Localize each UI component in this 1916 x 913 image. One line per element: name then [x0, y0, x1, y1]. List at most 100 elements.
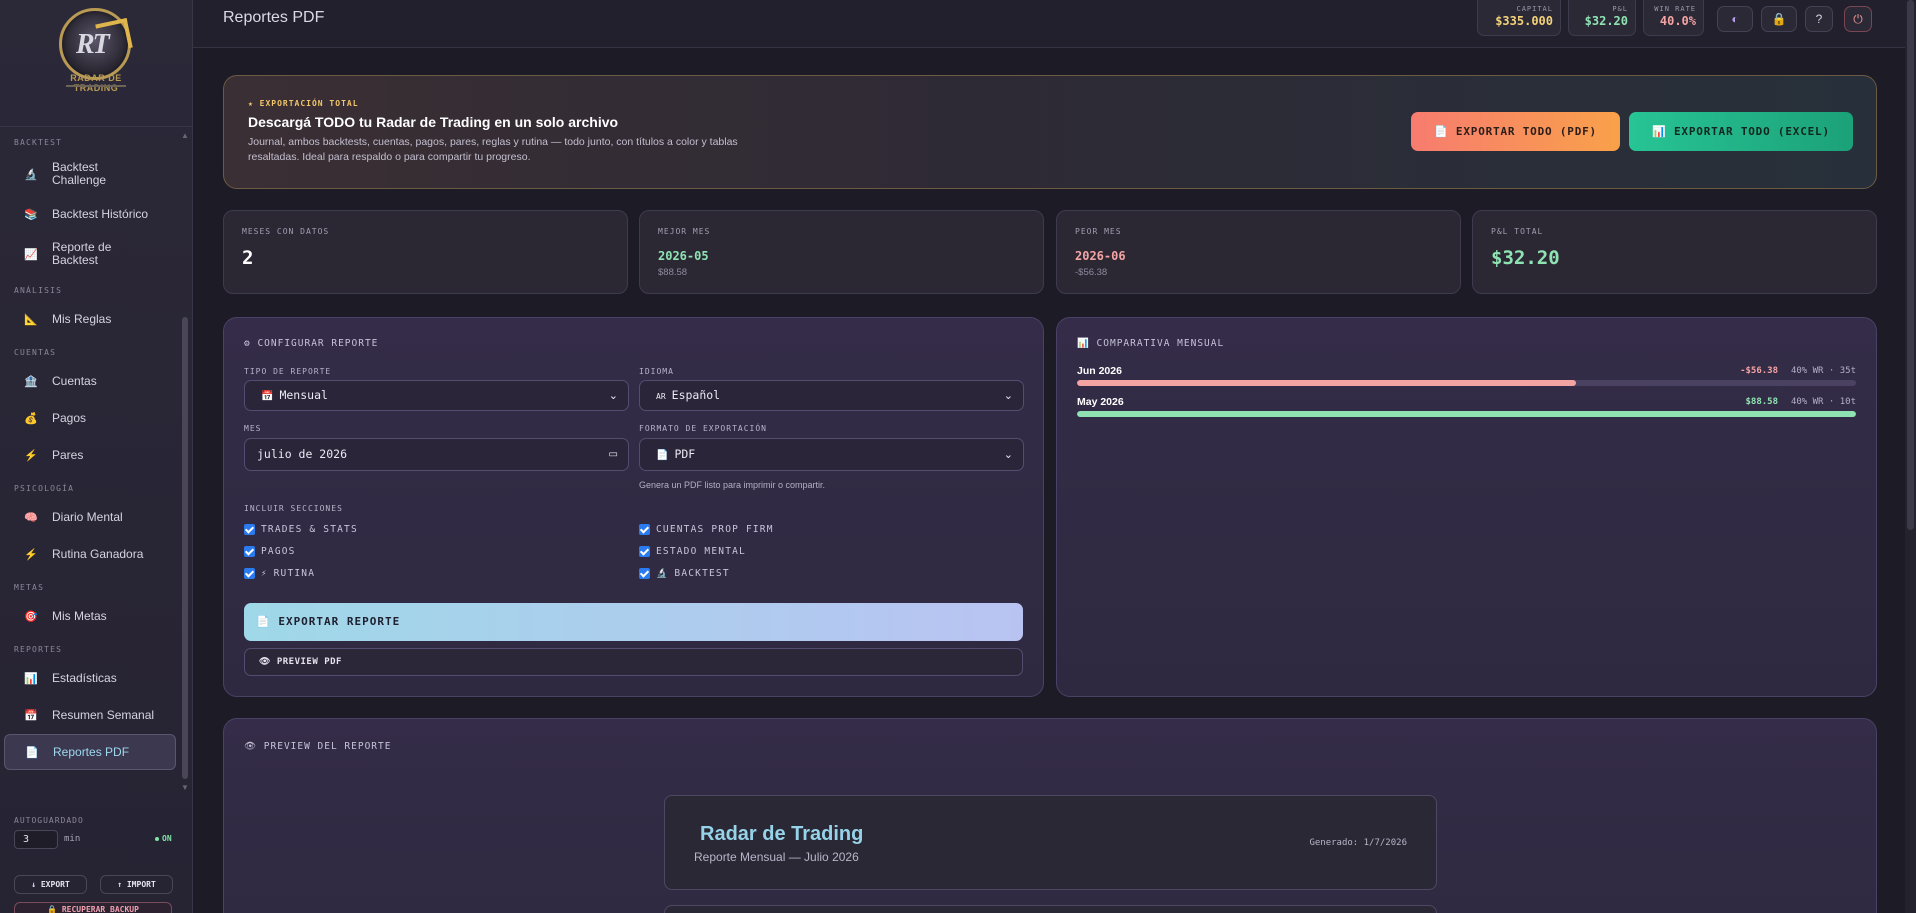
- autosave-interval-input[interactable]: 3: [14, 830, 58, 849]
- export-all-pdf-button[interactable]: 📄 EXPORTAR TODO (PDF): [1411, 112, 1620, 151]
- section-label: BACKTEST: [674, 568, 730, 579]
- report-type-value: Mensual: [279, 388, 328, 402]
- section-checkbox-trades[interactable]: TRADES & STATS: [244, 524, 358, 535]
- sidebar-item-reportes-pdf[interactable]: 📄 Reportes PDF: [4, 734, 176, 770]
- lock-icon: 🔒: [1771, 12, 1787, 26]
- help-icon: ?: [1815, 12, 1823, 26]
- stat-label: MESES CON DATOS: [242, 227, 330, 236]
- banner-title: Descargá TODO tu Radar de Trading en un …: [248, 114, 619, 130]
- banner-description: Journal, ambos backtests, cuentas, pagos…: [248, 136, 738, 163]
- section-label: TRADES & STATS: [261, 524, 358, 535]
- section-checkbox-prop-firm[interactable]: CUENTAS PROP FIRM: [639, 524, 774, 535]
- export-format-select[interactable]: 📄 PDF ⌄: [639, 438, 1024, 471]
- calendar-icon: 📅: [261, 391, 274, 402]
- chart-up-icon: 📈: [24, 248, 38, 261]
- lock-button[interactable]: 🔒: [1761, 6, 1797, 32]
- app-logo[interactable]: RT: [59, 8, 133, 80]
- sidebar-item-backtest-histórico[interactable]: 📚 Backtest Histórico: [4, 196, 176, 232]
- sidebar-item-label: Cuentas: [52, 374, 97, 388]
- sidebar-item-label: Reporte de Backtest: [52, 240, 112, 267]
- sidebar-item-label: Estadísticas: [52, 671, 117, 685]
- target-icon: 🎯: [24, 610, 38, 623]
- export-all-excel-button[interactable]: 📊 EXPORTAR TODO (EXCEL): [1629, 112, 1853, 151]
- sidebar-item-label: Reportes PDF: [53, 745, 130, 759]
- flag-icon: AR: [656, 392, 666, 401]
- preview-doc-subtitle: Reporte Mensual — Julio 2026: [694, 850, 859, 864]
- lightning-icon: ⚡: [261, 568, 268, 579]
- capital-value: $335.000: [1495, 14, 1553, 28]
- scroll-up-arrow-icon[interactable]: ▲: [181, 131, 189, 140]
- month-picker[interactable]: julio de 2026 ▭: [244, 438, 629, 471]
- sidebar-item-label: Backtest Histórico: [52, 207, 149, 221]
- calendar-icon: 📅: [24, 709, 38, 722]
- pnl-label: P&L: [1612, 5, 1628, 13]
- section-checkbox-routine[interactable]: ⚡ RUTINA: [244, 568, 315, 579]
- export-report-button[interactable]: 📄 EXPORTAR REPORTE: [244, 603, 1023, 641]
- calendar-picker-icon[interactable]: ▭: [609, 439, 618, 470]
- theme-toggle-icon: ◐: [1731, 12, 1739, 26]
- page-scrollbar[interactable]: [1905, 0, 1916, 913]
- logout-button[interactable]: ⏻: [1844, 6, 1872, 32]
- sidebar-item-cuentas[interactable]: 🏦 Cuentas: [4, 363, 176, 399]
- language-select[interactable]: AR Español ⌄: [639, 380, 1024, 411]
- month-bar-track: [1077, 411, 1856, 417]
- checkbox-checked-icon[interactable]: [244, 546, 255, 557]
- chevron-down-icon: ⌄: [1003, 448, 1013, 461]
- sidebar-item-label: Pagos: [52, 411, 87, 425]
- sidebar-item-mis-metas[interactable]: 🎯 Mis Metas: [4, 598, 176, 634]
- month-pnl: $88.58: [1745, 397, 1778, 407]
- help-button[interactable]: ?: [1805, 6, 1833, 32]
- month-meta: 40% WR · 35t: [1790, 366, 1856, 376]
- theme-toggle-button[interactable]: ◐: [1717, 6, 1753, 32]
- document-icon: 📄: [656, 450, 669, 461]
- page-scroll-thumb[interactable]: [1907, 0, 1914, 530]
- sidebar-item-resumen-semanal[interactable]: 📅 Resumen Semanal: [4, 697, 176, 733]
- preview-title: 👁 PREVIEW DEL REPORTE: [244, 741, 392, 752]
- import-data-button[interactable]: ↑ IMPORT: [100, 875, 173, 894]
- sidebar-item-estadísticas[interactable]: 📊 Estadísticas: [4, 660, 176, 696]
- preview-pdf-button[interactable]: 👁 PREVIEW PDF: [244, 648, 1023, 676]
- bank-icon: 🏦: [24, 375, 38, 388]
- pnl-metric: P&L $32.20: [1568, 0, 1636, 36]
- sidebar-item-pares[interactable]: ⚡ Pares: [4, 437, 176, 473]
- scroll-down-arrow-icon[interactable]: ▼: [181, 783, 189, 792]
- sidebar-item-rutina-ganadora[interactable]: ⚡ Rutina Ganadora: [4, 536, 176, 572]
- section-checkbox-backtest[interactable]: 🔬 BACKTEST: [639, 568, 730, 579]
- section-checkbox-mental-state[interactable]: ESTADO MENTAL: [639, 546, 746, 557]
- checkbox-checked-icon[interactable]: [639, 524, 650, 535]
- sidebar-item-diario-mental[interactable]: 🧠 Diario Mental: [4, 499, 176, 535]
- month-bar-fill: [1077, 380, 1576, 386]
- sidebar-item-reporte-de-backtest[interactable]: 📈 Reporte de Backtest: [4, 233, 176, 275]
- recover-backup-button[interactable]: 🔒 RECUPERAR BACKUP: [14, 902, 172, 913]
- preview-doc-title: Radar de Trading: [700, 823, 864, 845]
- section-checkbox-payments[interactable]: PAGOS: [244, 546, 296, 557]
- sidebar-scrollbar[interactable]: ▲ ▼: [181, 131, 189, 793]
- pnl-value: $32.20: [1584, 14, 1628, 28]
- sidebar-group-title: METAS: [14, 583, 45, 592]
- export-data-button[interactable]: ↓ EXPORT: [14, 875, 87, 894]
- month-pnl: -$56.38: [1740, 366, 1778, 376]
- sidebar-item-label: Backtest Challenge: [52, 160, 107, 187]
- checkbox-checked-icon[interactable]: [639, 568, 650, 579]
- sidebar-item-mis-reglas[interactable]: 📐 Mis Reglas: [4, 301, 176, 337]
- sidebar-item-backtest-challenge[interactable]: 🔬 Backtest Challenge: [4, 153, 176, 195]
- books-icon: 📚: [24, 208, 38, 221]
- month-bar-track: [1077, 380, 1856, 386]
- sidebar-scroll-thumb[interactable]: [182, 317, 188, 779]
- stat-value: 2026-05: [658, 249, 709, 263]
- logo-text: RADAR DE TRADING: [70, 73, 122, 93]
- checkbox-checked-icon[interactable]: [639, 546, 650, 557]
- sidebar-item-label: Mis Metas: [52, 609, 107, 623]
- stat-best-month: MEJOR MES 2026-05 $88.58: [639, 210, 1044, 294]
- monthly-comparison-panel: 📊 COMPARATIVA MENSUAL Jun 2026 -$56.38 4…: [1056, 317, 1877, 697]
- report-type-select[interactable]: 📅 Mensual ⌄: [244, 380, 629, 411]
- checkbox-checked-icon[interactable]: [244, 568, 255, 579]
- stat-label: PEOR MES: [1075, 227, 1122, 236]
- configure-report-panel: ⚙ CONFIGURAR REPORTE TIPO DE REPORTE 📅 Me…: [223, 317, 1044, 697]
- sidebar-item-label: Pares: [52, 448, 84, 462]
- section-label: RUTINA: [273, 568, 316, 579]
- sidebar-item-label: Diario Mental: [52, 510, 123, 524]
- checkbox-checked-icon[interactable]: [244, 524, 255, 535]
- sidebar-item-pagos[interactable]: 💰 Pagos: [4, 400, 176, 436]
- format-hint: Genera un PDF listo para imprimir o comp…: [639, 480, 826, 490]
